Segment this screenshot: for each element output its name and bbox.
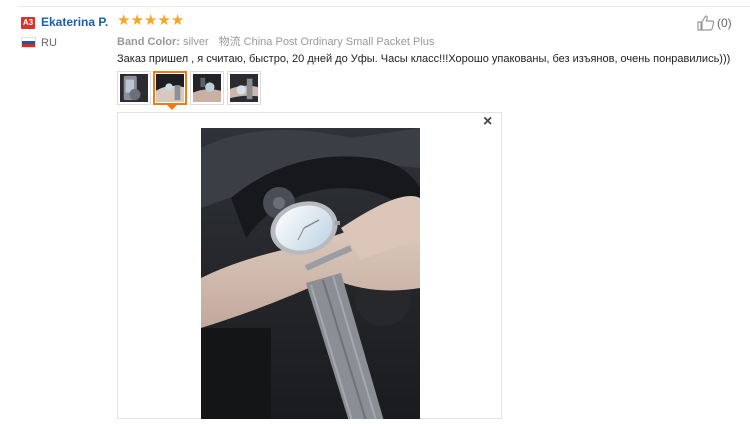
review-photo-thumbnail[interactable] (117, 71, 151, 105)
band-color-value: silver (182, 36, 209, 48)
review-text: Заказ пришел , я считаю, быстро, 20 дней… (117, 53, 731, 65)
band-color-label: Band Color: (117, 36, 180, 48)
star-icon: ★ (143, 12, 158, 29)
shipping-method: 物流 China Post Ordinary Small Packet Plus (218, 36, 435, 48)
reviewer-name-link[interactable]: Ekaterina P. (41, 15, 108, 29)
star-icon: ★ (117, 12, 131, 29)
star-rating: ★ ★ ★ ★ ★ (117, 13, 184, 29)
order-attributes: Band Color: silver 物流 China Post Ordinary … (117, 33, 434, 49)
watch-photo-thumbnail-image (193, 74, 221, 102)
helpful-like-button[interactable]: (0) (697, 15, 732, 31)
enlarged-review-photo (201, 128, 420, 419)
review-photo-thumbnail[interactable] (190, 71, 224, 105)
thumb-up-icon (697, 15, 715, 31)
selected-thumbnail-pointer (166, 104, 178, 110)
review-photo-thumbnail[interactable] (227, 71, 261, 105)
watch-photo-thumbnail-image (156, 74, 184, 102)
like-count: (0) (717, 16, 732, 30)
star-icon: ★ (130, 12, 144, 29)
review-photo-thumbnail-selected[interactable] (153, 71, 187, 105)
watch-photo-thumbnail-image (230, 74, 258, 102)
close-icon[interactable]: × (483, 114, 492, 130)
watch-photo-thumbnail-image (120, 74, 148, 102)
russia-flag-icon (21, 37, 36, 48)
reviewer-country: RU (41, 37, 57, 49)
star-icon: ★ (157, 12, 171, 29)
star-icon: ★ (170, 12, 185, 29)
user-level-badge: A3 (21, 17, 35, 29)
top-divider (18, 6, 750, 7)
